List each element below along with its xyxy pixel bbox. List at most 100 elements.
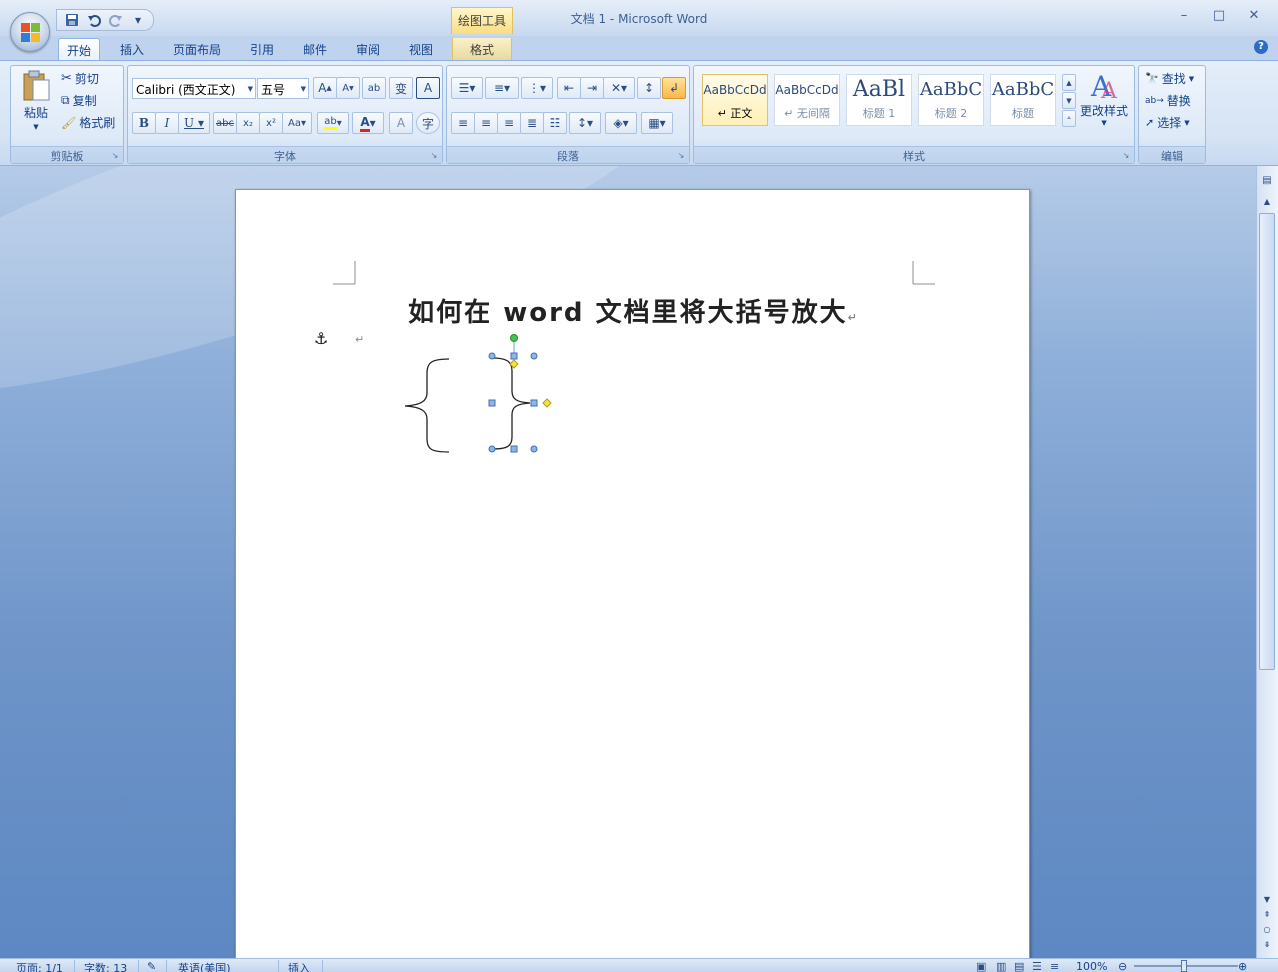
resize-handle[interactable]: [488, 352, 496, 360]
italic-icon[interactable]: I: [155, 112, 179, 134]
scroll-up-icon[interactable]: ▲: [1260, 195, 1274, 209]
right-brace-shape-selected[interactable]: [484, 333, 556, 461]
styles-more-icon[interactable]: ⩡: [1062, 110, 1076, 127]
align-right-icon[interactable]: ≡: [497, 112, 521, 134]
paste-button[interactable]: 粘贴 ▼: [21, 70, 51, 131]
format-painter-button[interactable]: 🖌 格式刷: [61, 114, 115, 131]
browse-object-icon[interactable]: ○: [1260, 923, 1274, 937]
clear-formatting-icon[interactable]: ab: [362, 77, 386, 99]
paragraph-launcher-icon[interactable]: ↘: [676, 151, 686, 161]
phonetic-guide-icon[interactable]: 变: [389, 77, 413, 99]
maximize-button[interactable]: □: [1205, 8, 1233, 28]
style-normal[interactable]: AaBbCcDd ↵ 正文: [702, 74, 768, 126]
decrease-indent-icon[interactable]: ⇤: [557, 77, 581, 99]
word-count[interactable]: 字数: 13: [84, 960, 127, 972]
shrink-font-icon[interactable]: A ▼: [336, 77, 360, 99]
subscript-icon[interactable]: x₂: [236, 112, 260, 134]
full-screen-view-icon[interactable]: ▥: [996, 960, 1006, 972]
style-no-spacing[interactable]: AaBbCcDd ↵ 无间隔: [774, 74, 840, 126]
proofing-icon[interactable]: ✎: [147, 960, 156, 972]
resize-handle[interactable]: [510, 445, 518, 453]
document-page[interactable]: 如何在 word 文档里将大括号放大↵ ⚓ ↵: [235, 189, 1030, 958]
font-launcher-icon[interactable]: ↘: [429, 151, 439, 161]
select-button[interactable]: ➚ 选择 ▼: [1145, 114, 1190, 131]
resize-handle[interactable]: [530, 352, 538, 360]
save-icon[interactable]: [63, 11, 81, 29]
borders-icon[interactable]: ▦▾: [641, 112, 673, 134]
font-size-select[interactable]: 五号 ▼: [257, 78, 309, 99]
tab-mailings[interactable]: 邮件: [295, 38, 335, 60]
show-marks-icon[interactable]: ↲: [662, 77, 686, 99]
outline-view-icon[interactable]: ☰: [1032, 960, 1042, 972]
ruler-toggle-icon[interactable]: ▤: [1260, 174, 1274, 188]
close-button[interactable]: ✕: [1240, 8, 1268, 28]
character-border-icon[interactable]: A: [416, 77, 440, 99]
multilevel-list-icon[interactable]: ⋮▾: [521, 77, 553, 99]
character-shading-icon[interactable]: A: [389, 112, 413, 134]
strikethrough-icon[interactable]: abc: [213, 112, 237, 134]
align-center-icon[interactable]: ≡: [474, 112, 498, 134]
insert-mode-indicator[interactable]: 插入: [288, 960, 310, 972]
scroll-down-icon[interactable]: ▼: [1260, 893, 1274, 907]
office-button[interactable]: [10, 12, 50, 52]
zoom-level[interactable]: 100%: [1076, 960, 1107, 972]
shading-icon[interactable]: ◈▾: [605, 112, 637, 134]
zoom-in-icon[interactable]: ⊕: [1238, 960, 1247, 972]
redo-icon[interactable]: [107, 11, 125, 29]
undo-icon[interactable]: [85, 11, 103, 29]
font-name-select[interactable]: Calibri (西文正文) ▼: [132, 78, 256, 99]
style-title[interactable]: AaBbC 标题: [990, 74, 1056, 126]
cut-button[interactable]: ✂ 剪切: [61, 70, 99, 87]
tab-review[interactable]: 审阅: [348, 38, 388, 60]
help-icon[interactable]: ?: [1254, 40, 1268, 54]
grow-font-icon[interactable]: A ▲: [313, 77, 337, 99]
clipboard-launcher-icon[interactable]: ↘: [110, 151, 120, 161]
numbering-icon[interactable]: ≡▾: [485, 77, 519, 99]
highlight-color-icon[interactable]: ab ▾: [317, 112, 349, 134]
minimize-button[interactable]: –: [1170, 8, 1198, 28]
adjust-handle[interactable]: [542, 398, 552, 408]
tab-format[interactable]: 格式: [452, 38, 512, 60]
styles-scroll-up-icon[interactable]: ▲: [1062, 74, 1076, 91]
change-case-icon[interactable]: Aa▾: [282, 112, 312, 134]
page-count[interactable]: 页面: 1/1: [16, 960, 63, 972]
resize-handle[interactable]: [510, 352, 518, 360]
distributed-icon[interactable]: ☷: [543, 112, 567, 134]
anchor-icon[interactable]: ⚓: [314, 329, 328, 348]
print-layout-view-icon[interactable]: ▣: [976, 960, 986, 972]
document-heading[interactable]: 如何在 word 文档里将大括号放大↵: [236, 292, 1031, 329]
underline-icon[interactable]: U ▾: [178, 112, 210, 134]
tab-home[interactable]: 开始: [58, 38, 101, 60]
draft-view-icon[interactable]: ≡: [1050, 960, 1059, 972]
sort-icon[interactable]: ↕: [637, 77, 661, 99]
asian-layout-icon[interactable]: ✕▾: [603, 77, 635, 99]
tab-view[interactable]: 视图: [401, 38, 441, 60]
bold-icon[interactable]: B: [132, 112, 156, 134]
tab-insert[interactable]: 插入: [112, 38, 152, 60]
vertical-scrollbar[interactable]: ▤ ▲ ▼ ⇞ ○ ⇟: [1256, 166, 1278, 958]
web-layout-view-icon[interactable]: ▤: [1014, 960, 1024, 972]
styles-scroll-down-icon[interactable]: ▼: [1062, 92, 1076, 109]
copy-button[interactable]: ⧉ 复制: [61, 92, 97, 109]
superscript-icon[interactable]: x²: [259, 112, 283, 134]
zoom-out-icon[interactable]: ⊖: [1118, 960, 1127, 972]
bullets-icon[interactable]: ☰▾: [451, 77, 483, 99]
find-button[interactable]: 🔭 查找 ▼: [1145, 70, 1194, 87]
resize-handle[interactable]: [530, 445, 538, 453]
replace-button[interactable]: ab→ 替换: [1145, 92, 1191, 109]
enclose-characters-icon[interactable]: 字: [416, 112, 440, 134]
rotation-handle[interactable]: [510, 334, 518, 342]
align-left-icon[interactable]: ≡: [451, 112, 475, 134]
justify-icon[interactable]: ≣: [520, 112, 544, 134]
resize-handle[interactable]: [488, 445, 496, 453]
left-brace-shape[interactable]: [401, 355, 451, 455]
customize-qat-button[interactable]: ▾: [129, 11, 147, 29]
change-styles-button[interactable]: A A 更改样式 ▼: [1080, 70, 1128, 127]
line-spacing-icon[interactable]: ↕▾: [569, 112, 601, 134]
tab-references[interactable]: 引用: [242, 38, 282, 60]
scroll-thumb[interactable]: [1259, 213, 1275, 670]
resize-handle[interactable]: [530, 399, 538, 407]
increase-indent-icon[interactable]: ⇥: [580, 77, 604, 99]
styles-launcher-icon[interactable]: ↘: [1121, 151, 1131, 161]
previous-page-icon[interactable]: ⇞: [1260, 908, 1274, 922]
